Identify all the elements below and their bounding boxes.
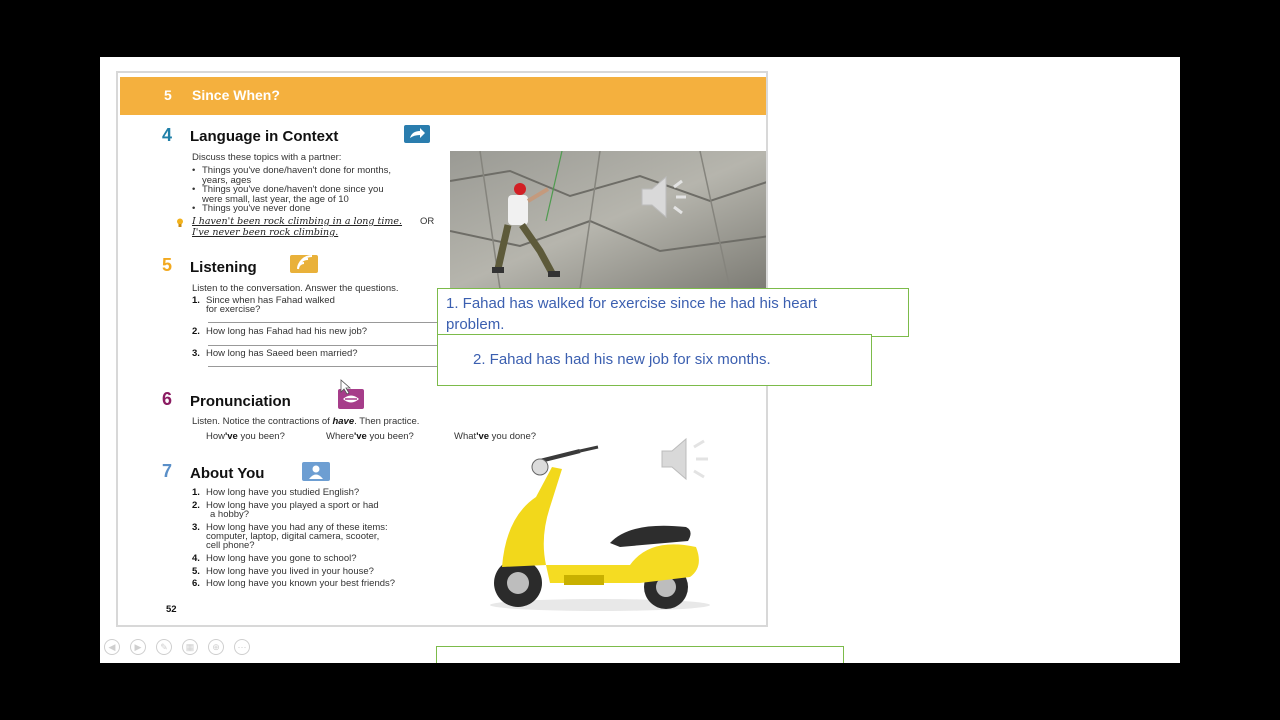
answer-box-1[interactable]: 1. Fahad has walked for exercise since h… [437, 288, 909, 337]
section-7-number: 7 [162, 461, 173, 481]
section-7-title: About You [190, 465, 265, 482]
previous-icon[interactable]: ◀ [104, 639, 120, 655]
slideshow-controls: ◀ ▶ ✎ ▦ ⊕ ⋯ [104, 639, 250, 655]
question-2-text: How long has Fahad had his new job? [206, 326, 368, 337]
pronunciation-example-2: Where've you been? [326, 431, 414, 442]
example-or: OR [420, 216, 435, 227]
pen-icon[interactable]: ✎ [156, 639, 172, 655]
tip-bulb-icon [176, 215, 184, 227]
question-3-text: How long has Saeed been married? [206, 348, 358, 359]
example-sentence-1: I haven't been rock climbing in a long t… [192, 216, 403, 227]
bullet-3-line-1: Things you've never done [202, 203, 311, 214]
about-you-q2-line2: a hobby? [210, 509, 250, 520]
pronunciation-example-1: How've you been? [206, 431, 285, 442]
rock-climbing-photo [450, 151, 766, 289]
section-5-intro: Listen to the conversation. Answer the q… [192, 283, 399, 294]
audio-listening-icon [290, 254, 318, 273]
about-you-q6: How long have you known your best friend… [206, 578, 396, 589]
answer-box-3[interactable] [436, 646, 844, 663]
section-6-title: Pronunciation [190, 393, 291, 410]
answer-line-3 [208, 366, 438, 367]
more-icon[interactable]: ⋯ [234, 639, 250, 655]
section-6-number: 6 [162, 389, 173, 409]
answer-2-text: 2. Fahad has had his new job for six mon… [473, 351, 771, 368]
slides-icon[interactable]: ▦ [182, 639, 198, 655]
answer-1-line-2: problem. [446, 316, 505, 333]
about-you-q4: How long have you gone to school? [206, 553, 357, 564]
section-6-intro: Listen. Notice the contractions of have.… [192, 416, 420, 427]
section-4-title: Language in Context [190, 128, 339, 145]
answer-line-2 [208, 345, 438, 346]
question-1-text-2: for exercise? [206, 304, 261, 315]
presentation-slide: 5 Since When? 4 Language in Context Disc… [100, 57, 1180, 663]
answer-1-line-1: 1. Fahad has walked for exercise since h… [446, 295, 818, 312]
section-4-number: 4 [162, 125, 173, 145]
zoom-icon[interactable]: ⊕ [208, 639, 224, 655]
unit-title: Since When? [192, 87, 280, 103]
unit-number: 5 [164, 87, 172, 103]
unit-banner: 5 Since When? [120, 77, 766, 115]
speaker-icon[interactable] [660, 437, 720, 481]
example-sentence-2: I've never been rock climbing. [192, 227, 339, 238]
answer-line-1 [208, 322, 438, 323]
section-5-title: Listening [190, 259, 257, 276]
question-1-number: 1. [192, 295, 200, 306]
page-number: 52 [166, 604, 177, 615]
speaker-icon[interactable] [640, 175, 700, 219]
arrow-share-icon [404, 125, 430, 143]
next-icon[interactable]: ▶ [130, 639, 146, 655]
answer-box-2[interactable]: 2. Fahad has had his new job for six mon… [437, 334, 872, 386]
section-5-number: 5 [162, 255, 173, 275]
mouse-cursor-icon [340, 379, 352, 395]
question-3-number: 3. [192, 348, 200, 359]
section-4-intro: Discuss these topics with a partner: [192, 152, 342, 163]
person-icon [302, 462, 330, 481]
about-you-q3-line3: cell phone? [206, 540, 255, 551]
about-you-q5: How long have you lived in your house? [206, 566, 374, 577]
about-you-q1: How long have you studied English? [206, 487, 360, 498]
question-2-number: 2. [192, 326, 200, 337]
